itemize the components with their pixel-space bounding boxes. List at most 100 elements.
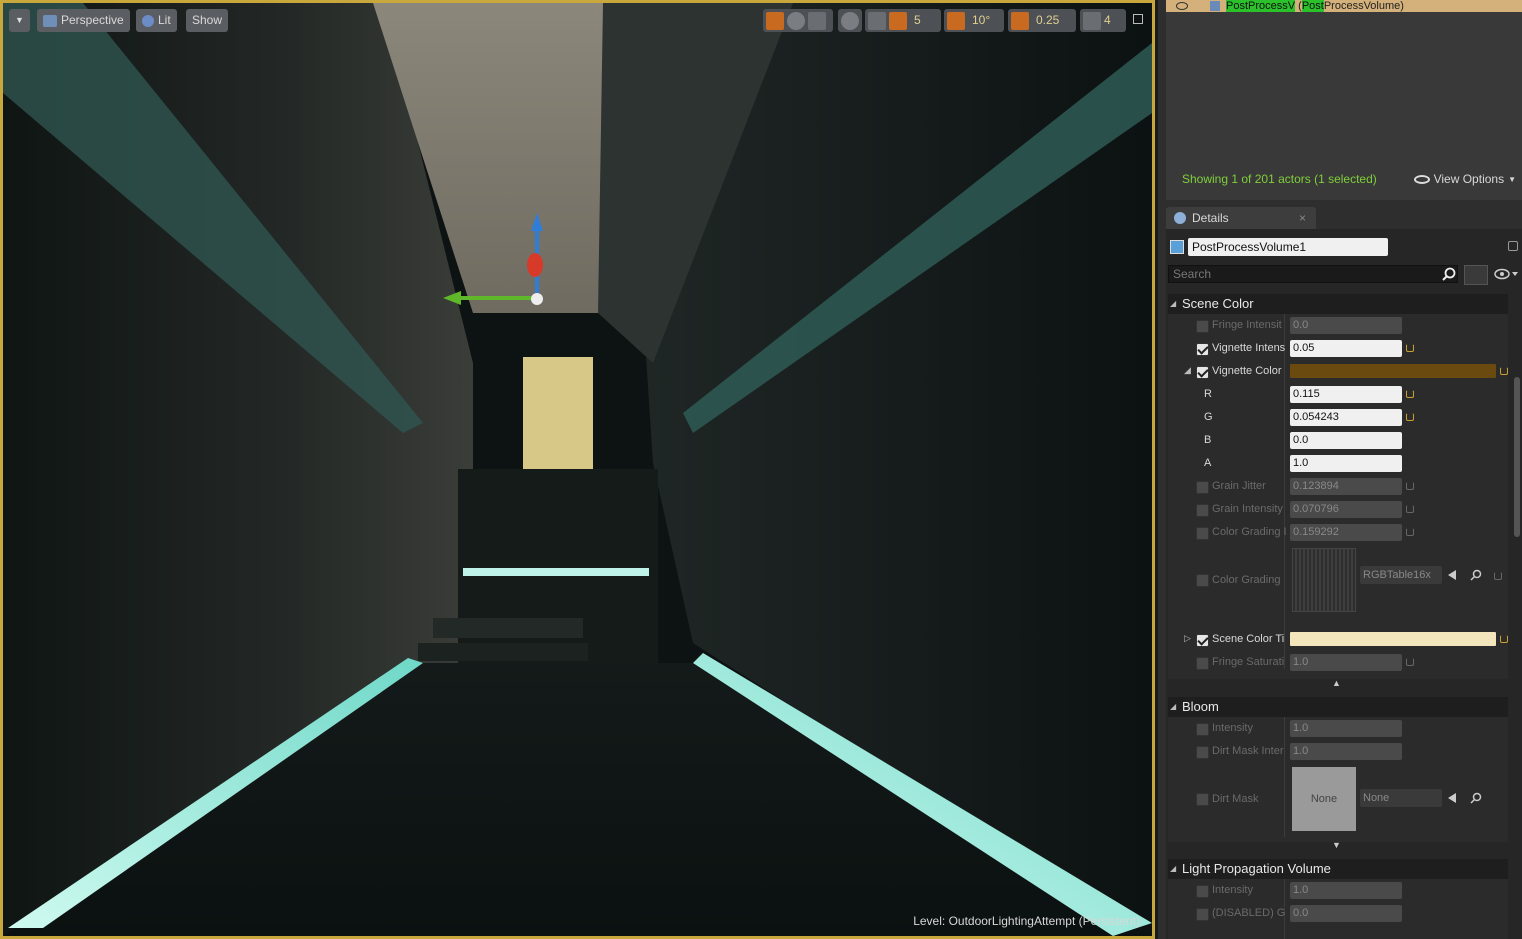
collapse-arrow-icon[interactable]: ◢ bbox=[1184, 365, 1191, 376]
lock-icon[interactable] bbox=[1508, 241, 1518, 251]
browse-search-icon[interactable] bbox=[1470, 569, 1482, 581]
camera-icon[interactable] bbox=[1083, 11, 1101, 30]
number-field[interactable]: 1.0 bbox=[1290, 743, 1402, 760]
property-row-g: G 0.054243 bbox=[1168, 407, 1508, 430]
number-field[interactable]: 1.0 bbox=[1290, 720, 1402, 737]
lighting-mode-button[interactable]: Lit bbox=[136, 9, 177, 32]
scale-icon[interactable] bbox=[808, 11, 826, 30]
section-header-bloom[interactable]: Bloom bbox=[1168, 697, 1508, 717]
property-label: Vignette Color bbox=[1212, 365, 1282, 377]
property-row-scene-color-tint: ▷ Scene Color Ti bbox=[1168, 629, 1508, 652]
actor-type-icon bbox=[1210, 1, 1220, 11]
level-viewport[interactable]: ▼ Perspective Lit Show 5 10° 0.25 4 Leve… bbox=[0, 0, 1155, 939]
reset-to-default-icon[interactable] bbox=[1406, 482, 1414, 490]
grid-snap-value[interactable]: 5 bbox=[910, 9, 925, 32]
outliner-actor-label: PostProcessV (PostProcessVolume) bbox=[1226, 0, 1404, 12]
reset-to-default-icon[interactable] bbox=[1500, 367, 1508, 375]
tab-details[interactable]: Details × bbox=[1166, 207, 1316, 229]
grid-snap-icon[interactable] bbox=[889, 11, 907, 30]
override-checkbox[interactable] bbox=[1196, 634, 1209, 647]
number-field[interactable]: 0.0 bbox=[1290, 432, 1402, 449]
number-field[interactable]: 0.123894 bbox=[1290, 478, 1402, 495]
maximize-viewport-icon[interactable] bbox=[1133, 14, 1143, 24]
reset-to-default-icon[interactable] bbox=[1406, 528, 1414, 536]
details-scrollbar[interactable] bbox=[1514, 377, 1520, 537]
override-checkbox[interactable] bbox=[1196, 527, 1209, 540]
override-checkbox[interactable] bbox=[1196, 366, 1209, 379]
reset-to-default-icon[interactable] bbox=[1406, 505, 1414, 513]
color-grading-thumbnail[interactable] bbox=[1292, 548, 1356, 612]
number-field[interactable]: 0.070796 bbox=[1290, 501, 1402, 518]
translate-icon[interactable] bbox=[766, 11, 784, 30]
collapse-advanced-button[interactable]: ▲ bbox=[1168, 678, 1508, 690]
property-matrix-icon[interactable] bbox=[1464, 265, 1488, 285]
override-checkbox[interactable] bbox=[1196, 504, 1209, 517]
number-field[interactable]: 0.05 bbox=[1290, 340, 1402, 357]
reset-to-default-icon[interactable] bbox=[1500, 635, 1508, 643]
use-selected-arrow-icon[interactable] bbox=[1448, 793, 1456, 803]
number-field[interactable]: 0.159292 bbox=[1290, 524, 1402, 541]
rotate-icon[interactable] bbox=[787, 11, 805, 30]
color-grading-asset-picker[interactable]: RGBTable16x bbox=[1360, 566, 1442, 584]
override-checkbox[interactable] bbox=[1196, 723, 1209, 736]
section-header-lpv[interactable]: Light Propagation Volume bbox=[1168, 859, 1508, 879]
camera-speed-value[interactable]: 4 bbox=[1104, 9, 1111, 32]
vignette-color-swatch[interactable] bbox=[1290, 364, 1496, 378]
property-label: B bbox=[1204, 434, 1212, 446]
property-label: Dirt Mask Inter bbox=[1212, 745, 1284, 757]
number-field[interactable]: 0.115 bbox=[1290, 386, 1402, 403]
close-icon[interactable]: × bbox=[1299, 207, 1306, 229]
reset-to-default-icon[interactable] bbox=[1494, 572, 1502, 580]
show-button[interactable]: Show bbox=[186, 9, 229, 32]
override-checkbox[interactable] bbox=[1196, 320, 1209, 333]
override-checkbox[interactable] bbox=[1196, 885, 1209, 898]
property-label: Grain Jitter bbox=[1212, 480, 1266, 492]
override-checkbox[interactable] bbox=[1196, 793, 1209, 806]
override-checkbox[interactable] bbox=[1196, 481, 1209, 494]
perspective-icon bbox=[43, 14, 57, 27]
details-search-input[interactable]: Search bbox=[1168, 265, 1458, 283]
number-field[interactable]: 0.054243 bbox=[1290, 409, 1402, 426]
reset-to-default-icon[interactable] bbox=[1406, 390, 1414, 398]
view-mode-button[interactable]: Perspective bbox=[37, 9, 130, 32]
override-checkbox[interactable] bbox=[1196, 746, 1209, 759]
override-checkbox[interactable] bbox=[1196, 657, 1209, 670]
scale-snap-icon[interactable] bbox=[1011, 11, 1029, 30]
property-label: R bbox=[1204, 388, 1212, 400]
reset-to-default-icon[interactable] bbox=[1406, 413, 1414, 421]
number-field[interactable]: 0.0 bbox=[1290, 317, 1402, 334]
section-header-scene-color[interactable]: Scene Color bbox=[1168, 294, 1508, 314]
visibility-filter-icon[interactable] bbox=[1494, 267, 1518, 281]
number-field[interactable]: 1.0 bbox=[1290, 455, 1402, 472]
browse-search-icon[interactable] bbox=[1470, 792, 1482, 804]
actor-name-field[interactable]: PostProcessVolume1 bbox=[1188, 238, 1388, 256]
view-options-button[interactable]: View Options ▼ bbox=[1413, 172, 1516, 186]
use-selected-arrow-icon[interactable] bbox=[1448, 570, 1456, 580]
property-row-lpv-intensity: Intensity 1.0 bbox=[1168, 880, 1508, 903]
reset-to-default-icon[interactable] bbox=[1406, 344, 1414, 352]
search-icon[interactable] bbox=[1442, 267, 1456, 281]
number-field[interactable]: 1.0 bbox=[1290, 882, 1402, 899]
dirt-mask-asset-picker[interactable]: None bbox=[1360, 789, 1442, 807]
rotation-snap-icon[interactable] bbox=[947, 11, 965, 30]
viewport-scene[interactable] bbox=[3, 3, 1152, 936]
scene-tint-swatch[interactable] bbox=[1290, 632, 1496, 646]
rotation-snap-value[interactable]: 10° bbox=[968, 9, 994, 32]
property-row-grain-jitter: Grain Jitter 0.123894 bbox=[1168, 476, 1508, 499]
coordinate-space-toggle[interactable] bbox=[838, 9, 862, 32]
override-checkbox[interactable] bbox=[1196, 574, 1209, 587]
surface-snap-icon[interactable] bbox=[868, 11, 886, 30]
override-checkbox[interactable] bbox=[1196, 343, 1209, 356]
number-field[interactable]: 1.0 bbox=[1290, 654, 1402, 671]
grid-snap-group: 5 bbox=[865, 9, 941, 32]
dirt-mask-thumbnail[interactable]: None bbox=[1292, 767, 1356, 831]
visibility-eye-icon[interactable] bbox=[1176, 2, 1188, 10]
scale-snap-value[interactable]: 0.25 bbox=[1032, 9, 1063, 32]
outliner-selected-row[interactable]: PostProcessV (PostProcessVolume) bbox=[1166, 0, 1522, 12]
expand-advanced-button[interactable]: ▼ bbox=[1168, 840, 1508, 852]
expand-arrow-icon[interactable]: ▷ bbox=[1184, 633, 1191, 644]
reset-to-default-icon[interactable] bbox=[1406, 658, 1414, 666]
number-field[interactable]: 0.0 bbox=[1290, 905, 1402, 922]
override-checkbox[interactable] bbox=[1196, 908, 1209, 921]
viewport-options-dropdown[interactable]: ▼ bbox=[9, 9, 30, 32]
